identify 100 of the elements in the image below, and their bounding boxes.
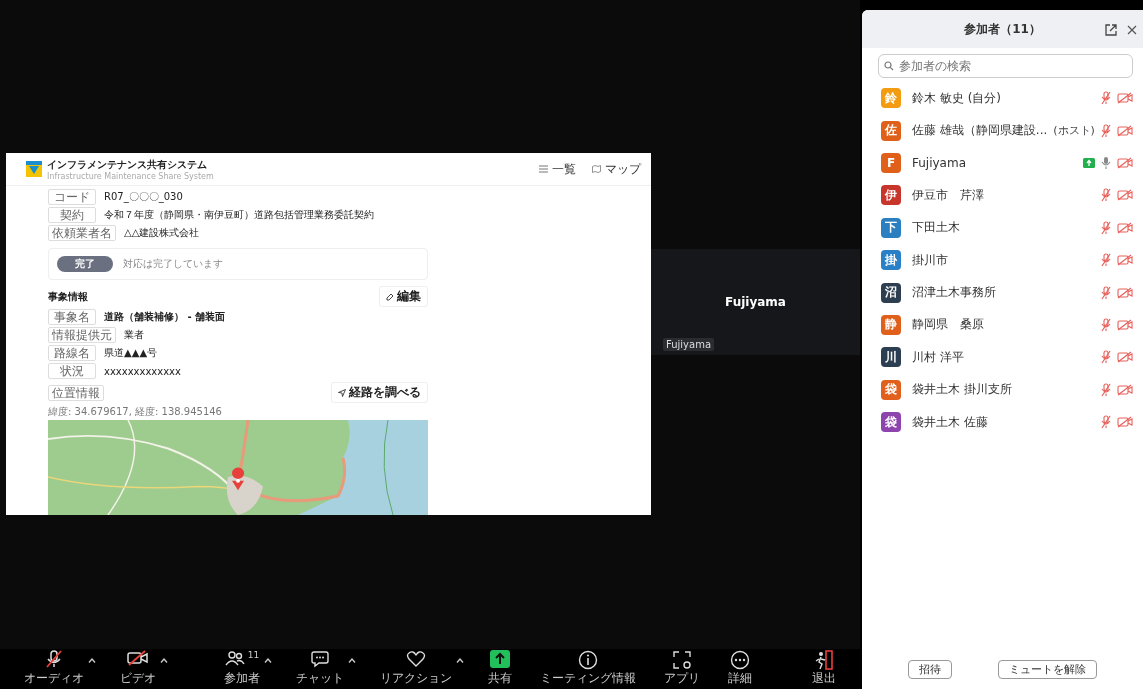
avatar: 佐: [881, 120, 901, 141]
participant-name: 伊豆市 芹澤: [912, 186, 984, 204]
participant-row[interactable]: 伊 伊豆市 芹澤: [862, 179, 1143, 212]
participants-icon: [224, 650, 245, 666]
participant-row[interactable]: F Fujiyama: [862, 146, 1143, 180]
toolbar-button[interactable]: 11 参加者: [220, 649, 264, 686]
toolbar-button[interactable]: リアクション: [376, 649, 456, 686]
video-off-icon: [1117, 416, 1133, 429]
caret-icon[interactable]: [160, 658, 168, 663]
field-value: R07_〇〇〇_030: [104, 190, 183, 204]
participant-name: 袋井土木 佐藤: [912, 413, 988, 431]
section-title: 事象情報: [48, 289, 88, 304]
participant-row[interactable]: 袋 袋井土木 佐藤: [862, 405, 1143, 439]
caret-icon[interactable]: [456, 658, 464, 663]
leave-icon: [814, 650, 834, 670]
coordinates-text: 緯度: 34.679617, 経度: 138.945146: [48, 405, 223, 419]
toolbar-button[interactable]: 共有: [484, 649, 516, 686]
avatar: 袋: [881, 412, 901, 433]
chat-icon: [310, 650, 330, 668]
field-label: 路線名: [48, 345, 96, 361]
toolbar-button[interactable]: 詳細: [724, 649, 756, 686]
avatar: 伊: [881, 185, 901, 206]
avatar: 下: [881, 217, 901, 238]
field-label: 契約: [48, 207, 96, 223]
video-off-icon: [127, 650, 149, 666]
participant-row[interactable]: 沼 沼津土木事務所: [862, 276, 1143, 309]
participant-row[interactable]: 鈴 鈴木 敏史 (自分): [862, 82, 1143, 115]
video-off-icon: [1117, 383, 1133, 396]
navigation-arrow-icon: [338, 388, 346, 397]
avatar: F: [881, 152, 901, 173]
field-value: 令和７年度（静岡県・南伊豆町）道路包括管理業務委託契約: [104, 208, 374, 222]
participant-name: Fujiyama: [725, 295, 786, 309]
video-off-icon: [1117, 189, 1133, 202]
participant-row[interactable]: 下 下田土木: [862, 211, 1143, 244]
participant-name: 川村 洋平: [912, 348, 964, 366]
app-subtitle: Infrastructure Maintenance Share System: [47, 171, 214, 181]
panel-button[interactable]: ミュートを解除: [998, 660, 1097, 679]
caret-icon[interactable]: [348, 658, 356, 663]
participant-name: Fujiyama: [912, 155, 967, 170]
toolbar-button[interactable]: チャット: [292, 649, 348, 686]
field-value: △△建設株式会社: [124, 226, 200, 240]
field-value: 県道▲▲▲号: [104, 346, 158, 360]
toolbar-button[interactable]: オーディオ: [20, 649, 88, 686]
field-label: 状況: [48, 363, 96, 379]
participant-row[interactable]: 佐 佐藤 雄哉（静岡県建設... (ホスト): [862, 114, 1143, 147]
nav-link[interactable]: マップ: [592, 160, 641, 178]
participant-row[interactable]: 袋 袋井土木 掛川支所: [862, 373, 1143, 406]
caret-icon[interactable]: [88, 658, 96, 663]
participant-name: 掛川市: [912, 251, 948, 269]
status-badge: 完了: [57, 256, 113, 272]
avatar: 袋: [881, 379, 901, 400]
field-label: 位置情報: [48, 384, 104, 401]
toolbar-button[interactable]: ミーティング情報: [536, 649, 640, 686]
field-label: 依頼業者名: [48, 225, 116, 241]
pop-out-icon[interactable]: [1105, 24, 1117, 36]
status-text: 対応は完了しています: [123, 257, 223, 271]
participant-row[interactable]: 静 静岡県 桑原: [862, 308, 1143, 342]
video-off-icon: [1117, 124, 1133, 137]
field-value: xxxxxxxxxxxxx: [104, 365, 181, 377]
participant-row[interactable]: 川 川村 洋平: [862, 341, 1143, 374]
edit-icon: [386, 292, 394, 301]
heart-icon: [406, 650, 426, 668]
apps-icon: [672, 650, 692, 670]
participant-name: 下田土木: [912, 219, 960, 237]
name-tag: Fujiyama: [663, 338, 714, 351]
panel-button[interactable]: 招待: [908, 660, 952, 679]
participant-name: 沼津土木事務所: [912, 284, 996, 302]
route-button[interactable]: 経路を調べる: [331, 382, 428, 403]
participant-name: 鈴木 敏史 (自分): [912, 89, 1001, 107]
host-label: (ホスト): [1053, 123, 1095, 139]
more-icon: [730, 650, 750, 670]
video-off-icon: [1117, 92, 1133, 105]
caret-icon[interactable]: [264, 658, 272, 663]
search-field[interactable]: 参加者の検索: [878, 54, 1133, 78]
participant-name: 佐藤 雄哉（静岡県建設...: [912, 122, 1048, 140]
avatar: 川: [881, 347, 901, 368]
map-icon: [592, 165, 601, 173]
avatar: 鈴: [881, 88, 901, 109]
participant-row[interactable]: 掛 掛川市: [862, 243, 1143, 277]
field-label: 事象名: [48, 309, 96, 325]
video-off-icon: [1117, 221, 1133, 234]
toolbar-button[interactable]: ビデオ: [116, 649, 160, 686]
field-label: コード: [48, 189, 96, 205]
nav-link[interactable]: 一覧: [539, 160, 576, 178]
avatar: 静: [881, 314, 901, 335]
avatar: 沼: [881, 282, 901, 303]
toolbar-button[interactable]: アプリ: [660, 649, 704, 686]
muted-mic-icon: [44, 650, 64, 668]
field-label: 情報提供元: [48, 327, 116, 343]
participant-count: 11: [247, 650, 260, 660]
video-off-icon: [1117, 286, 1133, 299]
close-icon[interactable]: [1127, 25, 1137, 35]
video-off-icon: [1117, 318, 1133, 331]
info-icon: [578, 650, 598, 670]
toolbar-button[interactable]: 退出: [808, 649, 840, 686]
video-off-icon: [1117, 254, 1133, 267]
logo-icon: [26, 161, 42, 177]
edit-button[interactable]: 編集: [379, 286, 428, 307]
panel-title: 参加者（11）: [964, 20, 1041, 38]
participant-name: 静岡県 桑原: [912, 316, 984, 334]
